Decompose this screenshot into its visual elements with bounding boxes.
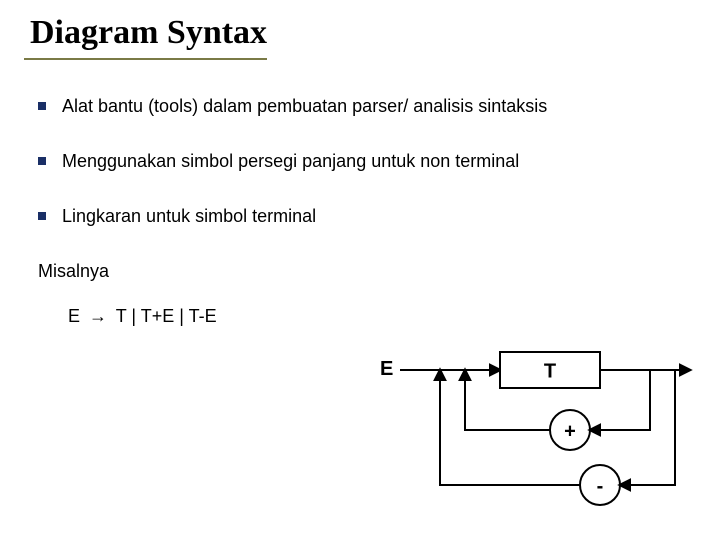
example-label: Misalnya bbox=[38, 261, 696, 282]
bullet-item: Alat bantu (tools) dalam pembuatan parse… bbox=[38, 96, 696, 117]
bullet-item: Menggunakan simbol persegi panjang untuk… bbox=[38, 151, 696, 172]
grammar-rule: E → T | T+E | T-E bbox=[68, 306, 696, 327]
bullet-item: Lingkaran untuk simbol terminal bbox=[38, 206, 696, 227]
grammar-lhs: E bbox=[68, 306, 80, 326]
diagram-label-t: T bbox=[544, 360, 556, 382]
diagram-label-e: E bbox=[380, 358, 393, 380]
syntax-diagram: E T + - bbox=[370, 340, 700, 520]
title-underline: Diagram Syntax bbox=[24, 14, 267, 60]
arrow-icon: → bbox=[85, 306, 111, 327]
diagram-label-plus: + bbox=[564, 420, 576, 442]
slide: Diagram Syntax Alat bantu (tools) dalam … bbox=[0, 0, 720, 540]
diagram-label-minus: - bbox=[597, 475, 604, 497]
bullet-list: Alat bantu (tools) dalam pembuatan parse… bbox=[38, 96, 696, 227]
slide-title: Diagram Syntax bbox=[24, 14, 267, 52]
grammar-rhs: T | T+E | T-E bbox=[116, 306, 217, 326]
